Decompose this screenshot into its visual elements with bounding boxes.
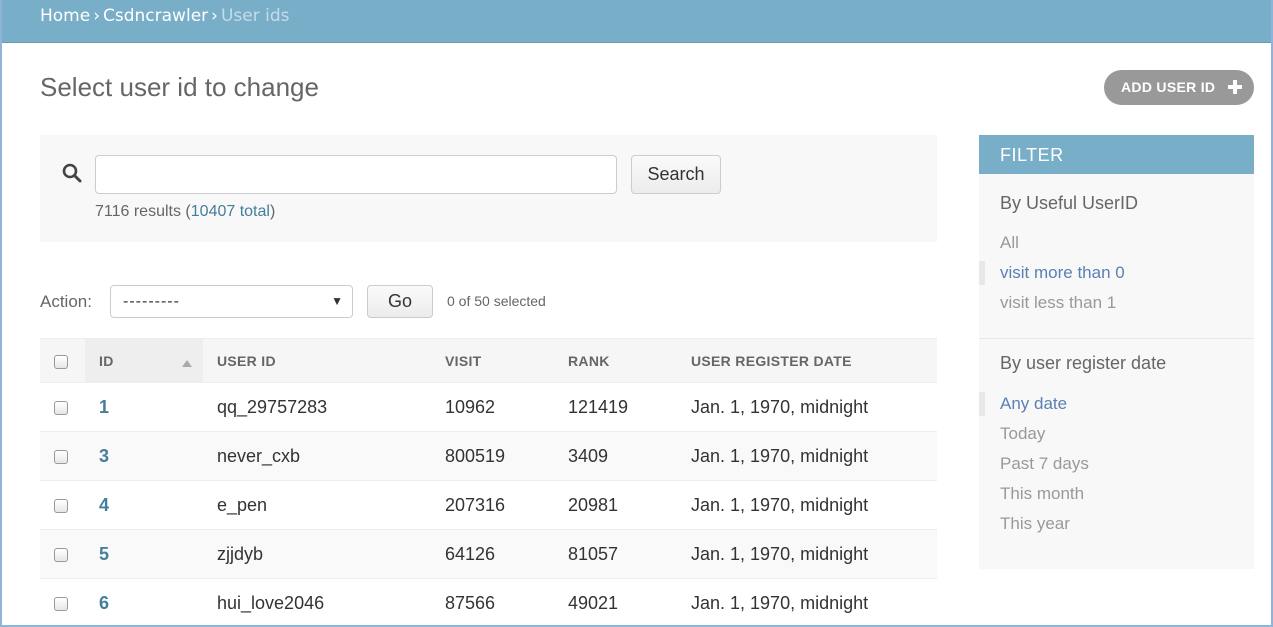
filter-group-title: By Useful UserID	[1000, 193, 1139, 213]
column-header-label: USER REGISTER DATE	[691, 352, 852, 369]
page-title: Select user id to change	[40, 72, 319, 102]
filter-option-past-7-days[interactable]: Past 7 days	[979, 449, 1254, 479]
column-header-label: USER ID	[217, 352, 276, 369]
filter-option-any-date[interactable]: Any date	[979, 389, 1254, 419]
search-icon	[62, 163, 82, 183]
filter-options-useful-userid: All visit more than 0 visit less than 1	[979, 228, 1254, 318]
results-table: ID USER ID VISIT RANK USER REGISTER DATE…	[40, 338, 937, 627]
row-id-link[interactable]: 3	[99, 446, 109, 466]
row-checkbox[interactable]	[54, 498, 68, 513]
column-header-label: RANK	[568, 352, 610, 369]
action-select-value: ---------	[123, 293, 180, 310]
row-id-link[interactable]: 6	[99, 593, 109, 613]
cell-register-date: Jan. 1, 1970, midnight	[677, 578, 937, 627]
row-checkbox[interactable]	[54, 547, 68, 562]
select-all-checkbox[interactable]	[54, 354, 68, 369]
cell-user-id: zjjdyb	[203, 529, 431, 579]
table-row: 4 e_pen 207316 20981 Jan. 1, 1970, midni…	[40, 480, 937, 530]
column-header-label: VISIT	[445, 352, 482, 369]
breadcrumb-app[interactable]: Csdncrawler	[103, 6, 208, 26]
search-input[interactable]	[95, 155, 617, 194]
cell-rank: 81057	[554, 529, 677, 579]
column-header-user-id[interactable]: USER ID	[203, 338, 431, 383]
row-checkbox[interactable]	[54, 449, 68, 464]
cell-register-date: Jan. 1, 1970, midnight	[677, 529, 937, 579]
cell-visit: 207316	[431, 480, 554, 530]
cell-visit: 10962	[431, 382, 554, 432]
column-header-register-date[interactable]: USER REGISTER DATE	[677, 338, 937, 383]
filter-option-this-month[interactable]: This month	[979, 479, 1254, 509]
table-row: 3 never_cxb 800519 3409 Jan. 1, 1970, mi…	[40, 431, 937, 481]
total-link[interactable]: 10407 total	[191, 203, 270, 220]
table-row: 1 qq_29757283 10962 121419 Jan. 1, 1970,…	[40, 382, 937, 432]
breadcrumb: Home › Csdncrawler › User ids	[2, 0, 1271, 43]
search-toolbar: Search 7116 results (10407 total)	[40, 135, 937, 242]
row-id-link[interactable]: 1	[99, 397, 109, 417]
plus-icon	[1228, 80, 1242, 94]
row-id-link[interactable]: 5	[99, 544, 109, 564]
cell-user-id: never_cxb	[203, 431, 431, 481]
cell-visit: 800519	[431, 431, 554, 481]
column-header-id[interactable]: ID	[85, 338, 203, 383]
table-row: 5 zjjdyb 64126 81057 Jan. 1, 1970, midni…	[40, 529, 937, 579]
breadcrumb-home[interactable]: Home	[40, 6, 90, 26]
cell-rank: 20981	[554, 480, 677, 530]
select-all-header	[40, 338, 85, 383]
action-select[interactable]: --------- ▼	[110, 285, 353, 318]
table-header-row: ID USER ID VISIT RANK USER REGISTER DATE	[40, 338, 937, 383]
breadcrumb-current: User ids	[220, 6, 290, 26]
filter-option-this-year[interactable]: This year	[979, 509, 1254, 539]
cell-user-id: qq_29757283	[203, 382, 431, 432]
filter-option-all[interactable]: All	[979, 228, 1254, 258]
breadcrumb-separator: ›	[211, 6, 218, 26]
cell-rank: 121419	[554, 382, 677, 432]
cell-rank: 49021	[554, 578, 677, 627]
cell-rank: 3409	[554, 431, 677, 481]
chevron-down-icon: ▼	[331, 294, 344, 308]
filter-sidebar: FILTER By Useful UserID All visit more t…	[979, 135, 1254, 569]
result-count: 7116 results (10407 total)	[95, 203, 276, 220]
action-label: Action:	[40, 292, 92, 311]
row-id-link[interactable]: 4	[99, 495, 109, 515]
result-count-text: 7116 results	[95, 203, 181, 220]
filter-divider	[979, 338, 1254, 339]
search-button[interactable]: Search	[631, 155, 721, 194]
filter-title: FILTER	[979, 135, 1254, 174]
cell-register-date: Jan. 1, 1970, midnight	[677, 480, 937, 530]
filter-group-title: By user register date	[1000, 353, 1167, 373]
cell-user-id: hui_love2046	[203, 578, 431, 627]
filter-options-register-date: Any date Today Past 7 days This month Th…	[979, 389, 1254, 539]
cell-register-date: Jan. 1, 1970, midnight	[677, 382, 937, 432]
filter-option-visit-less-than-1[interactable]: visit less than 1	[979, 288, 1254, 318]
sort-ascending-icon[interactable]	[182, 359, 192, 367]
add-button-label: ADD USER ID	[1121, 79, 1216, 95]
breadcrumb-separator: ›	[93, 6, 101, 26]
cell-register-date: Jan. 1, 1970, midnight	[677, 431, 937, 481]
filter-option-today[interactable]: Today	[979, 419, 1254, 449]
column-header-label: ID	[99, 352, 114, 369]
selected-count: 0 of 50 selected	[447, 293, 546, 309]
cell-user-id: e_pen	[203, 480, 431, 530]
column-header-rank[interactable]: RANK	[554, 338, 677, 383]
cell-visit: 87566	[431, 578, 554, 627]
column-header-visit[interactable]: VISIT	[431, 338, 554, 383]
cell-visit: 64126	[431, 529, 554, 579]
filter-option-visit-more-than-0[interactable]: visit more than 0	[979, 258, 1254, 288]
row-checkbox[interactable]	[54, 596, 68, 611]
go-button[interactable]: Go	[367, 285, 433, 318]
table-row: 6 hui_love2046 87566 49021 Jan. 1, 1970,…	[40, 578, 937, 627]
add-user-id-button[interactable]: ADD USER ID	[1104, 70, 1254, 105]
row-checkbox[interactable]	[54, 400, 68, 415]
